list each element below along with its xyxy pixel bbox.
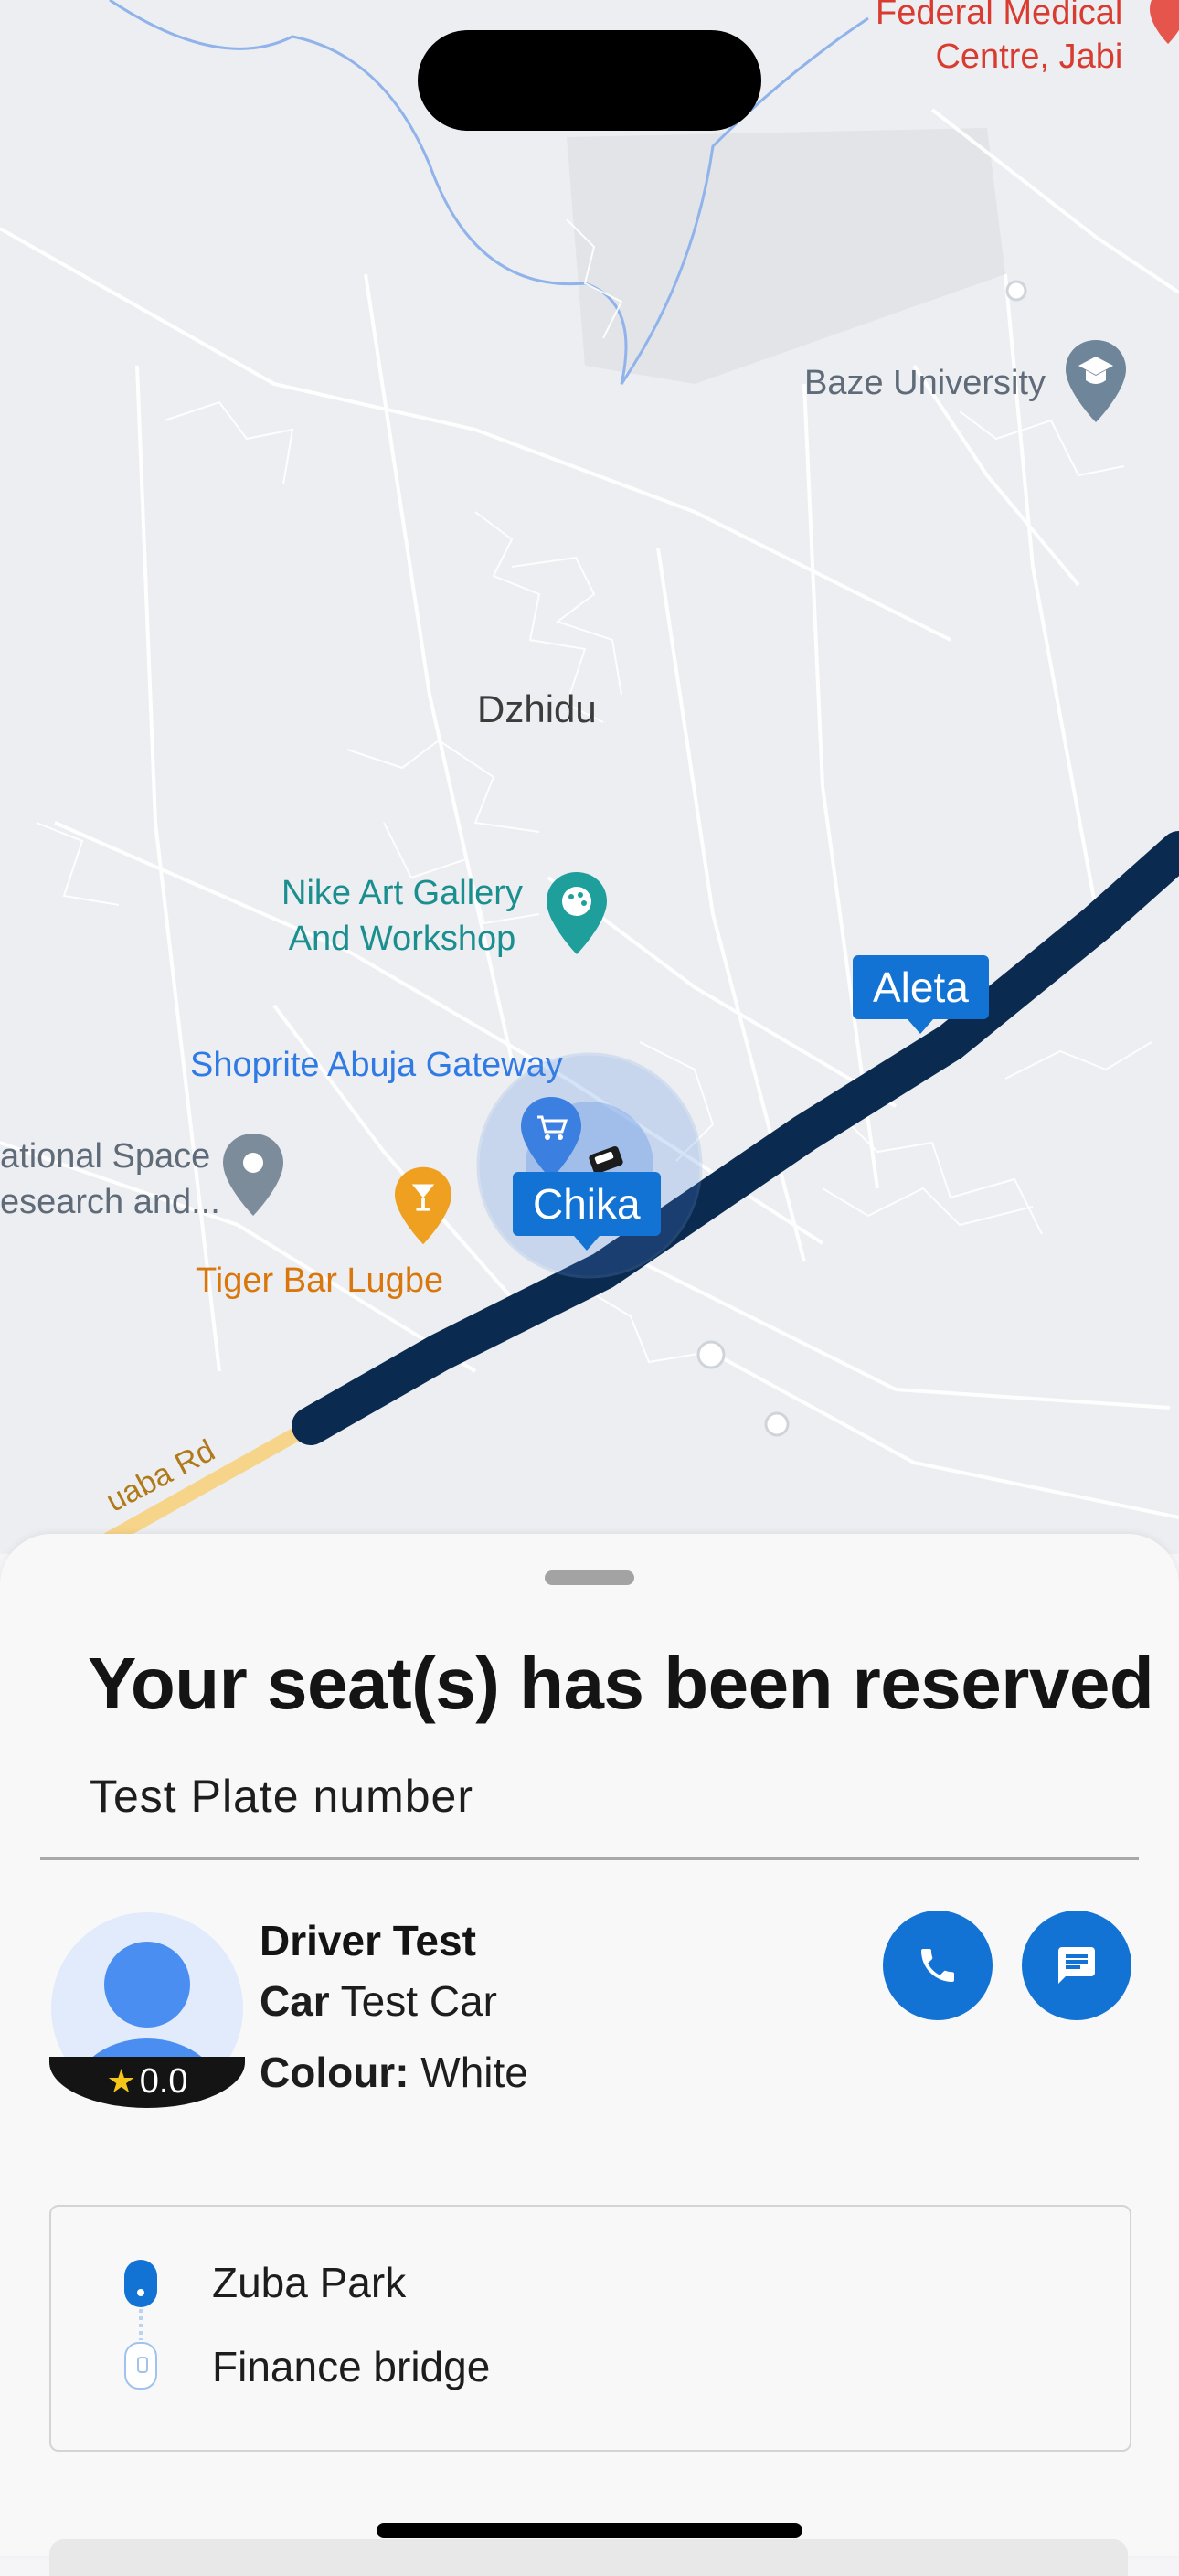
rating-value: 0.0 <box>139 2062 188 2101</box>
place-pin-icon[interactable] <box>223 1134 283 1220</box>
destination-marker[interactable]: Aleta <box>853 955 989 1034</box>
phone-icon <box>921 1949 954 1982</box>
place-federal-medical[interactable]: Federal Medical Centre, Jabi <box>876 0 1122 79</box>
message-driver-button[interactable] <box>1022 1911 1131 2020</box>
colour-value: White <box>420 2049 528 2096</box>
dropoff-location: Finance bridge <box>212 2343 491 2390</box>
map[interactable]: Federal Medical Centre, Jabi Baze Univer… <box>0 0 1179 1554</box>
route-card: Zuba Park Finance bridge <box>49 2205 1131 2452</box>
route-connector <box>139 2309 143 2340</box>
drag-handle[interactable] <box>545 1570 634 1585</box>
school-pin-icon[interactable] <box>1066 340 1126 427</box>
art-pin-icon[interactable] <box>547 872 607 959</box>
colour-info: Colour: White <box>260 2048 528 2097</box>
car-info: Car Test Car <box>260 1976 497 2026</box>
reservation-title: Your seat(s) has been reserved <box>88 1643 1154 1724</box>
avatar-head <box>104 1942 190 2028</box>
origin-marker[interactable]: Chika <box>513 1172 661 1251</box>
place-dzhidu: Dzhidu <box>477 687 597 730</box>
bar-pin-icon[interactable] <box>395 1166 451 1250</box>
pickup-location: Zuba Park <box>212 2259 407 2306</box>
car-label: Car <box>260 1977 330 2025</box>
home-indicator[interactable] <box>377 2523 802 2538</box>
dropoff-marker-icon <box>124 2342 157 2390</box>
pickup-marker-icon <box>124 2260 157 2307</box>
bottom-sheet[interactable]: Your seat(s) has been reserved Test Plat… <box>0 1534 1179 2576</box>
car-value: Test Car <box>340 1977 497 2025</box>
chat-icon <box>1058 1947 1095 1984</box>
star-icon: ★ <box>106 2062 136 2100</box>
next-card-peek <box>49 2539 1128 2576</box>
map-base <box>0 0 1179 1554</box>
plate-number: Test Plate number <box>90 1771 473 1822</box>
place-baze-university[interactable]: Baze University <box>804 364 1046 403</box>
call-driver-button[interactable] <box>883 1911 993 2020</box>
hospital-pin-icon[interactable] <box>1150 0 1179 58</box>
place-nike-art-gallery[interactable]: Nike Art Gallery And Workshop <box>281 870 523 962</box>
shop-pin-icon[interactable] <box>521 1097 581 1184</box>
camera-notch <box>418 30 761 131</box>
place-national-space[interactable]: ational Space esearch and... <box>0 1134 220 1225</box>
divider <box>40 1857 1139 1860</box>
colour-label: Colour: <box>260 2049 409 2096</box>
place-tiger-bar[interactable]: Tiger Bar Lugbe <box>196 1261 443 1301</box>
driver-name: Driver Test <box>260 1917 476 1964</box>
